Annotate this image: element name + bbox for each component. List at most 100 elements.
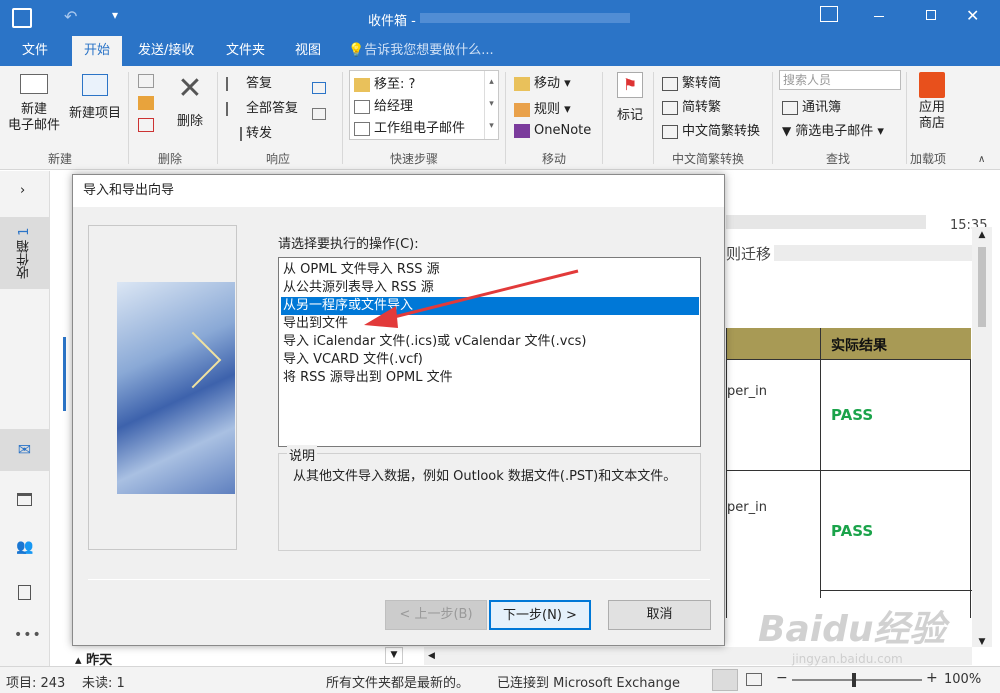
- tab-send-receive[interactable]: 发送/接收: [138, 36, 194, 66]
- tab-view[interactable]: 视图: [295, 36, 321, 66]
- forward-label: 转发: [246, 126, 273, 141]
- zoom-in-icon[interactable]: +: [926, 670, 938, 686]
- table-row-divider: [820, 590, 972, 591]
- next-button[interactable]: 下一步(N) >: [489, 600, 591, 630]
- reply-button[interactable]: 答复: [226, 72, 272, 91]
- scroll-down-arrow[interactable]: ▼: [972, 637, 992, 647]
- tell-me-box[interactable]: 💡告诉我您想要做什么...: [348, 36, 494, 66]
- quick-step-team-email[interactable]: 工作组电子邮件: [354, 117, 465, 136]
- address-book-button[interactable]: 通讯簿: [782, 96, 841, 115]
- tags-button[interactable]: ⚑ 标记: [610, 72, 650, 123]
- separator: [342, 72, 343, 164]
- separator: [653, 72, 654, 164]
- import-export-wizard-dialog: 导入和导出向导 请选择要执行的操作(C): 从 OPML 文件导入 RSS 源 …: [72, 174, 725, 646]
- convert-label: 中文简繁转换: [682, 124, 761, 139]
- forward-button[interactable]: 转发: [226, 122, 272, 141]
- tab-folder[interactable]: 文件夹: [226, 36, 265, 66]
- group-new-label: 新建: [48, 152, 73, 166]
- inbox-count: 1: [17, 227, 32, 236]
- back-button[interactable]: < 上一步(B): [385, 600, 487, 630]
- view-normal-icon[interactable]: [712, 669, 738, 691]
- ribbon: 新建 电子邮件 新建项目 新建 ✕ 删除 删除 答复 全部答复 转发 响应 移至…: [0, 66, 1000, 170]
- reply-all-button[interactable]: 全部答复: [226, 97, 298, 116]
- pass-result-1: PASS: [831, 406, 874, 424]
- quick-step-to-manager[interactable]: 给经理: [354, 95, 413, 114]
- chinese-convert-button[interactable]: 中文简繁转换: [662, 120, 760, 139]
- gallery-scrollbar[interactable]: ▴ ▾ ▾: [484, 71, 498, 139]
- list-item[interactable]: 从公共源列表导入 RSS 源: [281, 279, 699, 297]
- view-reading-icon[interactable]: [746, 673, 762, 686]
- lightbulb-icon: 💡: [348, 43, 365, 58]
- new-items-icon: [82, 74, 108, 96]
- cancel-button[interactable]: 取消: [608, 600, 711, 630]
- calendar-icon[interactable]: [17, 493, 32, 506]
- new-email-label: 新建 电子邮件: [7, 102, 60, 133]
- rules-button[interactable]: 规则 ▾: [514, 98, 571, 117]
- list-scroll-down[interactable]: ▼: [385, 647, 403, 664]
- tab-file[interactable]: 文件: [22, 36, 48, 66]
- ribbon-options-icon[interactable]: [820, 6, 838, 22]
- scroll-thumb[interactable]: [978, 247, 986, 327]
- tab-home[interactable]: 开始: [72, 36, 123, 66]
- list-item-selected[interactable]: 从另一程序或文件导入: [281, 297, 699, 315]
- list-item[interactable]: 导入 VCARD 文件(.vcf): [281, 351, 699, 369]
- close-icon[interactable]: ✕: [966, 6, 979, 25]
- onenote-button[interactable]: OneNote: [514, 123, 591, 138]
- quick-step-move-to[interactable]: 移至: ?: [354, 73, 415, 92]
- cleanup-icon[interactable]: [138, 96, 154, 110]
- sender-redacted: [726, 215, 926, 229]
- tags-label: 标记: [616, 108, 643, 123]
- reply-label: 答复: [246, 76, 273, 91]
- separator: [602, 72, 603, 164]
- title-bar: ↶ ▾ 收件箱 - ✕: [0, 0, 1000, 36]
- mail-nav-button[interactable]: ✉: [0, 429, 49, 471]
- expand-pane-icon[interactable]: ›: [20, 183, 25, 198]
- delete-button[interactable]: ✕ 删除: [170, 71, 210, 130]
- move-label: 移动: [534, 76, 561, 91]
- address-book-icon: [782, 100, 798, 115]
- filter-icon: ▼: [782, 124, 792, 138]
- scroll-up-arrow[interactable]: ▲: [972, 227, 992, 243]
- navigation-pane: › 收件箱 1 ✉ 👥 •••: [0, 171, 50, 666]
- list-item[interactable]: 将 RSS 源导出到 OPML 文件: [281, 369, 699, 387]
- ignore-icon[interactable]: [138, 74, 154, 88]
- trad-to-simp-button[interactable]: 繁转简: [662, 72, 721, 91]
- list-item[interactable]: 从 OPML 文件导入 RSS 源: [281, 261, 699, 279]
- separator: [505, 72, 506, 164]
- quick-access-dropdown-icon[interactable]: ▾: [112, 8, 118, 22]
- action-listbox[interactable]: 从 OPML 文件导入 RSS 源 从公共源列表导入 RSS 源 从另一程序或文…: [278, 257, 701, 447]
- more-nav-icon[interactable]: •••: [14, 627, 42, 643]
- people-icon[interactable]: 👥: [16, 539, 33, 555]
- move-button[interactable]: 移动 ▾: [514, 72, 571, 91]
- delete-x-icon: ✕: [177, 71, 203, 106]
- filter-email-button[interactable]: ▼ 筛选电子邮件 ▾: [782, 120, 884, 139]
- more-respond-icon[interactable]: [312, 108, 326, 120]
- zoom-slider[interactable]: [792, 673, 922, 687]
- tasks-icon[interactable]: [18, 585, 31, 600]
- new-email-button[interactable]: 新建 电子邮件: [6, 74, 62, 134]
- store-button[interactable]: 应用 商店: [912, 72, 952, 132]
- minimize-icon[interactable]: [874, 16, 884, 17]
- undo-icon[interactable]: ↶: [64, 7, 77, 26]
- zoom-thumb[interactable]: [852, 673, 856, 687]
- list-item[interactable]: 导入 iCalendar 文件(.ics)或 vCalendar 文件(.vcs…: [281, 333, 699, 351]
- list-item[interactable]: 导出到文件: [281, 315, 699, 333]
- collapse-ribbon-icon[interactable]: ∧: [978, 154, 985, 165]
- inbox-vertical-label[interactable]: 收件箱 1: [0, 217, 49, 289]
- junk-icon[interactable]: [138, 118, 154, 132]
- search-people-input[interactable]: 搜索人员: [779, 70, 901, 90]
- group-addins-label: 加载项: [910, 152, 947, 166]
- quick-step-move-to-label: 移至: ?: [374, 77, 416, 92]
- maximize-icon[interactable]: [926, 10, 936, 20]
- forward-arrow-icon: [354, 99, 370, 114]
- simp-to-trad-button[interactable]: 简转繁: [662, 96, 721, 115]
- wizard-graphic: [117, 282, 235, 494]
- new-items-button[interactable]: 新建项目: [66, 74, 124, 121]
- reading-pane-scrollbar[interactable]: ▲ ▼: [972, 227, 992, 647]
- watermark-url: jingyan.baidu.com: [792, 652, 903, 666]
- status-connected: 已连接到 Microsoft Exchange: [497, 676, 680, 691]
- separator: [772, 72, 773, 164]
- zoom-out-icon[interactable]: −: [776, 670, 788, 686]
- address-book-label: 通讯簿: [802, 100, 842, 115]
- meeting-icon[interactable]: [312, 82, 326, 94]
